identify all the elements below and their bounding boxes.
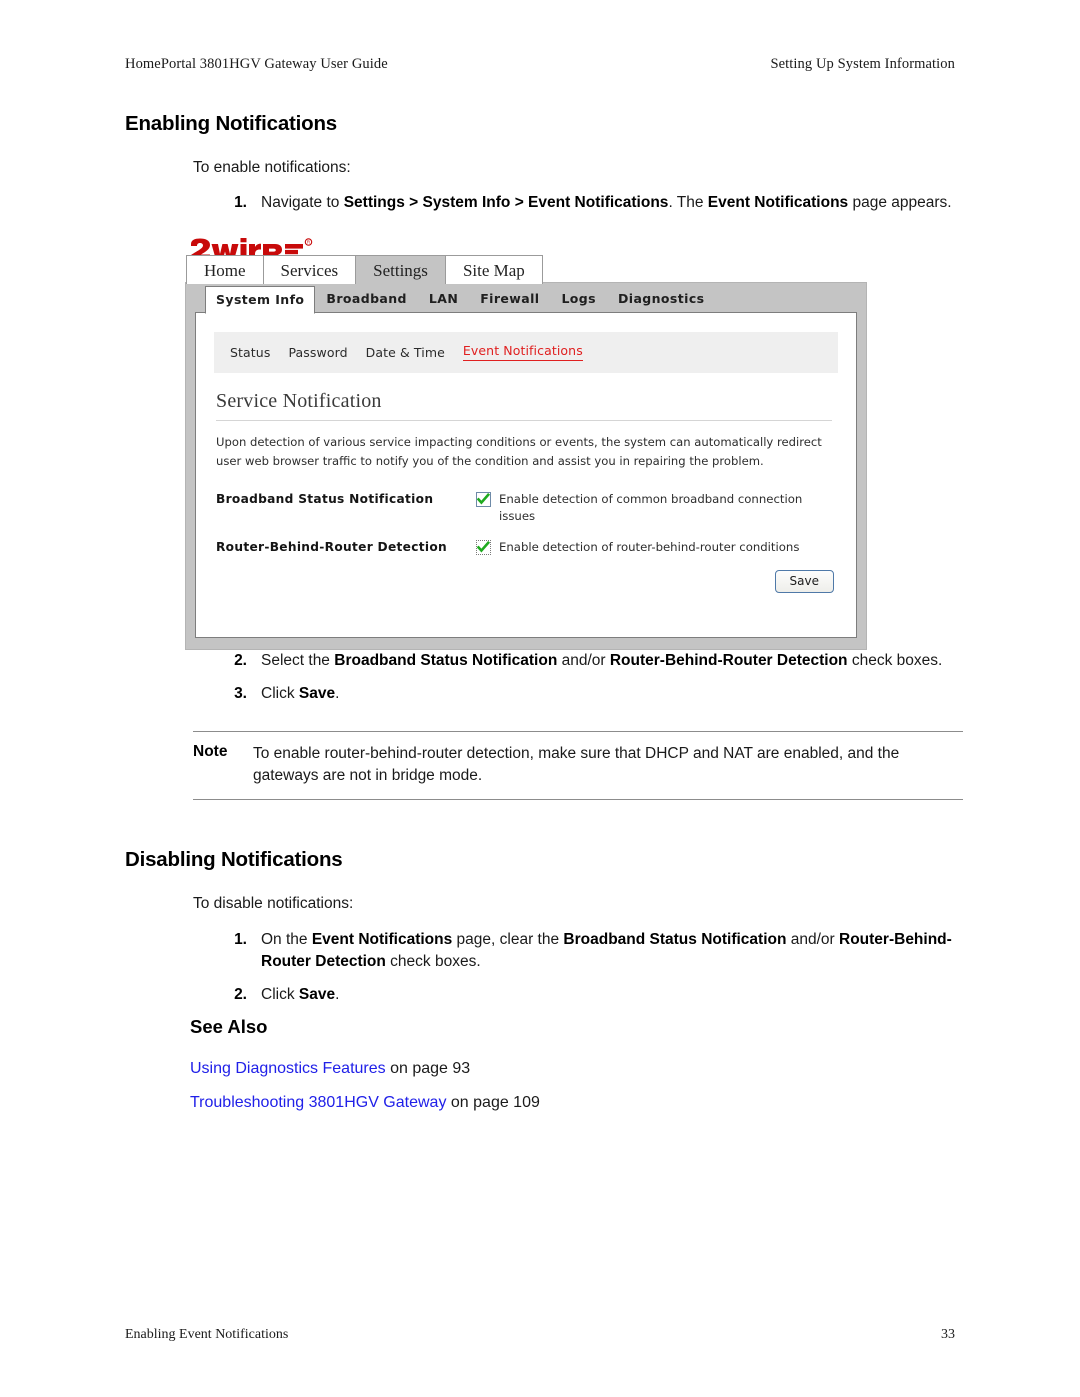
disabling-notifications-heading: Disabling Notifications xyxy=(125,848,343,872)
option-row: Router-Behind-Router Detection Enable det… xyxy=(216,539,836,556)
step-item: 1. On the Event Notifications page, clear… xyxy=(225,929,963,973)
secondary-tab-broadband[interactable]: Broadband xyxy=(315,285,418,313)
panel-bottom-spacer xyxy=(196,593,856,637)
page-footer: Enabling Event Notifications 33 xyxy=(125,1327,955,1343)
running-head-right: Setting Up System Information xyxy=(770,56,955,72)
step-number: 3. xyxy=(234,684,247,702)
notification-options: Broadband Status Notification Enable dete… xyxy=(216,491,836,556)
checkbox-checked[interactable] xyxy=(476,491,491,507)
disabling-lead-text: To disable notifications: xyxy=(193,895,354,913)
note-label: Note xyxy=(193,742,228,760)
step-text: Click Save. xyxy=(261,684,340,702)
nav-link-status[interactable]: Status xyxy=(230,345,270,360)
enabling-notifications-heading: Enabling Notifications xyxy=(125,112,337,135)
secondary-tab-firewall[interactable]: Firewall xyxy=(469,285,550,313)
step-item: 3. Click Save. xyxy=(225,683,963,705)
step-number: 1. xyxy=(234,930,247,948)
option-control: Enable detection of router-behind-router… xyxy=(476,539,836,556)
checkbox-label[interactable]: Enable detection of router-behind-router… xyxy=(499,539,799,556)
panel-title: Service Notification xyxy=(216,390,832,422)
secondary-tab-diagnostics[interactable]: Diagnostics xyxy=(607,285,715,313)
step-text: Click Save. xyxy=(261,985,340,1003)
step-number: 1. xyxy=(234,194,247,212)
see-also-entry: Troubleshooting 3801HGV Gateway on page … xyxy=(190,1091,963,1114)
save-button[interactable]: Save xyxy=(774,569,834,594)
step-number: 2. xyxy=(234,652,247,670)
option-control: Enable detection of common broadband con… xyxy=(476,491,836,525)
option-label: Broadband Status Notification xyxy=(216,491,434,506)
step-text: Navigate to Settings > System Info > Eve… xyxy=(261,194,952,212)
checkbox-checked[interactable] xyxy=(476,539,491,555)
gateway-ui-screenshot: R Home Services Settings Site Map System In… xyxy=(185,238,875,651)
nav-link-password[interactable]: Password xyxy=(288,345,347,360)
option-row: Broadband Status Notification Enable dete… xyxy=(216,491,836,525)
document-page: HomePortal 3801HGV Gateway User Guide Se… xyxy=(0,0,1080,1397)
see-also-links: Using Diagnostics Features on page 93 Tro… xyxy=(125,1057,963,1113)
see-also-heading: See Also xyxy=(190,1016,268,1038)
primary-tab-services[interactable]: Services xyxy=(262,255,357,285)
secondary-tab-logs[interactable]: Logs xyxy=(550,285,607,313)
secondary-tab-lan[interactable]: LAN xyxy=(418,285,469,313)
nav-link-date-time[interactable]: Date & Time xyxy=(366,345,445,360)
checkbox-label[interactable]: Enable detection of common broadband con… xyxy=(499,491,829,525)
gateway-content-panel: System Info Broadband LAN Firewall Logs Diagn… xyxy=(195,286,857,639)
panel-description: Upon detection of various service impact… xyxy=(216,435,822,468)
disabling-steps-list: 1. On the Event Notifications page, clear… xyxy=(125,929,963,1006)
note-block: Note To enable router-behind-router dete… xyxy=(193,730,963,801)
primary-tab-site-map[interactable]: Site Map xyxy=(444,255,543,285)
running-head: HomePortal 3801HGV Gateway User Guide Se… xyxy=(125,56,955,73)
note-text: To enable router-behind-router detection… xyxy=(253,744,900,784)
enabling-steps-2-3-list: 2. Select the Broadband Status Notificati… xyxy=(125,650,963,705)
secondary-tab-row: System Info Broadband LAN Firewall Logs Diagn… xyxy=(205,285,715,315)
nav-link-event-notifications[interactable]: Event Notifications xyxy=(462,343,583,362)
step-item: 1. Navigate to Settings > System Info > E… xyxy=(225,192,963,214)
running-head-left: HomePortal 3801HGV Gateway User Guide xyxy=(125,56,388,72)
footer-page-number: 33 xyxy=(941,1327,955,1342)
see-also-entry: Using Diagnostics Features on page 93 xyxy=(190,1057,963,1080)
page-reference: on page 109 xyxy=(446,1093,540,1111)
save-button-row: Save xyxy=(196,569,834,594)
step-text: Select the Broadband Status Notification… xyxy=(261,652,943,670)
option-label: Router-Behind-Router Detection xyxy=(216,539,447,554)
step-text: On the Event Notifications page, clear t… xyxy=(261,930,952,970)
enabling-step-1-list: 1. Navigate to Settings > System Info > E… xyxy=(125,192,963,214)
page-content: Enabling Notifications To enable notific… xyxy=(125,112,963,1124)
step-item: 2. Click Save. xyxy=(225,984,963,1006)
primary-tab-row: Home Services Settings Site Map xyxy=(186,255,543,285)
step-item: 2. Select the Broadband Status Notificati… xyxy=(225,650,963,672)
primary-tab-settings[interactable]: Settings xyxy=(355,255,446,285)
gateway-window-frame: Home Services Settings Site Map System Info… xyxy=(185,255,867,651)
tertiary-nav-strip: Status Password Date & Time Event Notificat… xyxy=(214,332,838,374)
secondary-tab-system-info[interactable]: System Info xyxy=(205,286,316,315)
cross-reference-link[interactable]: Using Diagnostics Features xyxy=(190,1060,386,1077)
page-reference: on page 93 xyxy=(385,1060,471,1078)
primary-tab-home[interactable]: Home xyxy=(186,255,264,285)
footer-left: Enabling Event Notifications xyxy=(125,1327,289,1342)
step-number: 2. xyxy=(234,985,247,1003)
cross-reference-link[interactable]: Troubleshooting 3801HGV Gateway xyxy=(190,1094,446,1111)
svg-text:R: R xyxy=(307,240,310,245)
enabling-lead-text: To enable notifications: xyxy=(193,159,351,176)
